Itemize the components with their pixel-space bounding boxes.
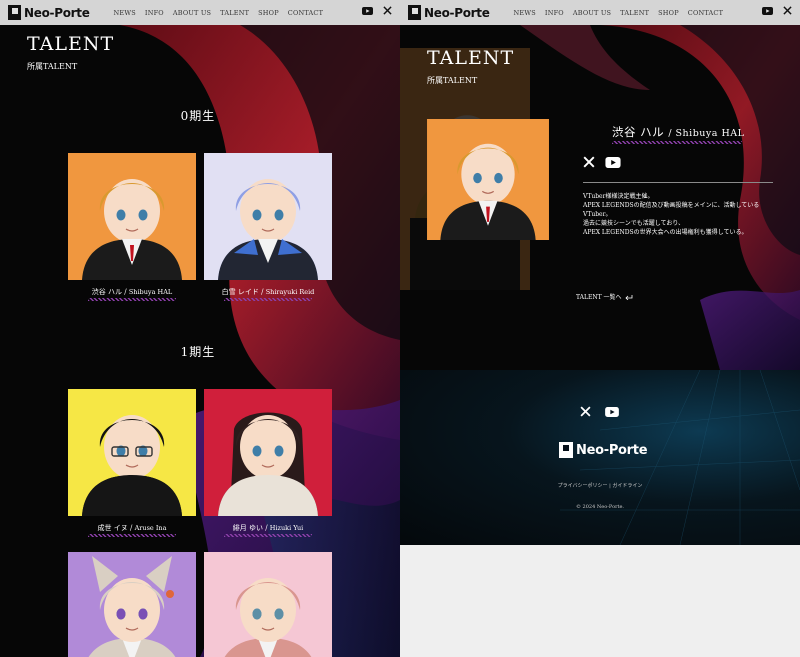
bio-line: VTuber様様決定戦主催。 bbox=[583, 193, 654, 200]
return-arrow-icon bbox=[624, 294, 632, 300]
page-subtitle: 所属TALENT bbox=[27, 62, 78, 71]
logo-text: Neo-Porte bbox=[424, 5, 490, 20]
site-logo[interactable]: Neo-Porte bbox=[408, 5, 490, 20]
nav-shop[interactable]: SHOP bbox=[658, 9, 679, 17]
site-footer: Neo-Porte プライバシーポリシー | ガイドライン © 2024 Neo… bbox=[400, 370, 800, 545]
page-subtitle: 所属TALENT bbox=[427, 76, 478, 85]
name-underline bbox=[224, 298, 312, 301]
x-icon[interactable] bbox=[383, 6, 392, 15]
name-underline bbox=[88, 534, 176, 537]
talent-profile-photo bbox=[427, 119, 549, 240]
bio-line: 過去に競技シーンでも活躍しており、 bbox=[583, 220, 685, 227]
copyright: © 2024 Neo-Porte. bbox=[575, 504, 625, 510]
logo-mark-icon bbox=[8, 5, 21, 20]
talent-card-hizuki-yui[interactable]: 緋月 ゆい / Hizuki Yui bbox=[204, 389, 332, 539]
x-icon[interactable] bbox=[783, 6, 792, 15]
logo-mark-icon bbox=[559, 442, 573, 458]
talent-name: 渋谷 ハル / Shibuya HAL bbox=[91, 288, 173, 296]
talent-detail-name: 渋谷 ハル / Shibuya HAL bbox=[612, 125, 745, 139]
talent-name: 緋月 ゆい / Hizuki Yui bbox=[232, 524, 304, 532]
nav-info[interactable]: INFO bbox=[145, 9, 164, 17]
logo-text: Neo-Porte bbox=[576, 442, 648, 458]
nav-news[interactable]: NEWS bbox=[114, 9, 136, 17]
talent-social-links bbox=[583, 156, 631, 168]
footer-link-separator: | bbox=[609, 483, 611, 489]
youtube-icon[interactable] bbox=[362, 6, 373, 15]
talent-portrait bbox=[204, 552, 332, 657]
back-to-talent-list-link[interactable]: TALENT 一覧へ bbox=[576, 292, 633, 301]
generation-0-heading: 0期生 bbox=[180, 109, 216, 123]
talent-portrait bbox=[204, 153, 332, 280]
nav-talent[interactable]: TALENT bbox=[220, 9, 249, 17]
nav-contact[interactable]: CONTACT bbox=[688, 9, 723, 17]
talent-list-page: Neo-Porte NEWS INFO ABOUT US TALENT SHOP… bbox=[0, 0, 400, 657]
nav-talent[interactable]: TALENT bbox=[620, 9, 649, 17]
youtube-icon[interactable] bbox=[605, 406, 619, 417]
footer-social-links bbox=[580, 406, 633, 417]
nav-links: NEWS INFO ABOUT US TALENT SHOP CONTACT bbox=[514, 9, 733, 17]
bio-line: VTuber。 bbox=[583, 211, 612, 218]
talent-name: 成世 イヌ / Aruse Ina bbox=[97, 524, 167, 532]
generation-1-heading: 1期生 bbox=[180, 345, 216, 359]
talent-card-5[interactable] bbox=[68, 552, 196, 657]
talent-name: 白雪 レイド / Shirayuki Reid bbox=[221, 288, 315, 296]
nav-shop[interactable]: SHOP bbox=[258, 9, 279, 17]
nav-links: NEWS INFO ABOUT US TALENT SHOP CONTACT bbox=[114, 9, 333, 17]
guideline-link[interactable]: ガイドライン bbox=[612, 483, 642, 489]
background-swirl bbox=[0, 0, 400, 657]
youtube-icon[interactable] bbox=[605, 156, 621, 168]
name-underline bbox=[612, 141, 742, 144]
bio-line: APEX LEGENDSの配信及び動画投稿をメインに、活動している bbox=[583, 202, 760, 209]
nav-info[interactable]: INFO bbox=[545, 9, 564, 17]
talent-card-aruse-ina[interactable]: 成世 イヌ / Aruse Ina bbox=[68, 389, 196, 539]
talent-portrait bbox=[68, 153, 196, 280]
site-logo[interactable]: Neo-Porte bbox=[8, 5, 90, 20]
privacy-policy-link[interactable]: プライバシーポリシー bbox=[558, 483, 608, 489]
logo-mark-icon bbox=[408, 5, 421, 20]
footer-links: プライバシーポリシー | ガイドライン bbox=[400, 482, 800, 489]
name-underline bbox=[224, 534, 312, 537]
footer-logo[interactable]: Neo-Porte bbox=[559, 442, 648, 458]
bio-line: APEX LEGENDSの世界大会への出場権利も獲得している。 bbox=[583, 229, 748, 236]
talent-portrait bbox=[204, 389, 332, 516]
nav-about-us[interactable]: ABOUT US bbox=[573, 9, 611, 17]
nav-news[interactable]: NEWS bbox=[514, 9, 536, 17]
name-underline bbox=[88, 298, 176, 301]
page-title: TALENT bbox=[427, 47, 515, 69]
logo-text: Neo-Porte bbox=[24, 5, 90, 20]
x-icon[interactable] bbox=[583, 156, 595, 168]
youtube-icon[interactable] bbox=[762, 6, 773, 15]
page-title: TALENT bbox=[27, 33, 115, 55]
talent-portrait bbox=[68, 552, 196, 657]
divider bbox=[583, 182, 773, 183]
top-nav-bar: Neo-Porte NEWS INFO ABOUT US TALENT SHOP… bbox=[400, 0, 800, 25]
nav-contact[interactable]: CONTACT bbox=[288, 9, 323, 17]
nav-about-us[interactable]: ABOUT US bbox=[173, 9, 211, 17]
talent-detail-page: Neo-Porte NEWS INFO ABOUT US TALENT SHOP… bbox=[400, 0, 800, 545]
talent-portrait bbox=[68, 389, 196, 516]
top-nav-bar: Neo-Porte NEWS INFO ABOUT US TALENT SHOP… bbox=[0, 0, 400, 25]
talent-card-6[interactable] bbox=[204, 552, 332, 657]
talent-card-shirayuki-reid[interactable]: 白雪 レイド / Shirayuki Reid bbox=[204, 153, 332, 303]
x-icon[interactable] bbox=[580, 406, 591, 417]
talent-card-shibuya-hal[interactable]: 渋谷 ハル / Shibuya HAL bbox=[68, 153, 196, 303]
talent-bio: VTuber様様決定戦主催。 APEX LEGENDSの配信及び動画投稿をメイン… bbox=[583, 192, 759, 237]
